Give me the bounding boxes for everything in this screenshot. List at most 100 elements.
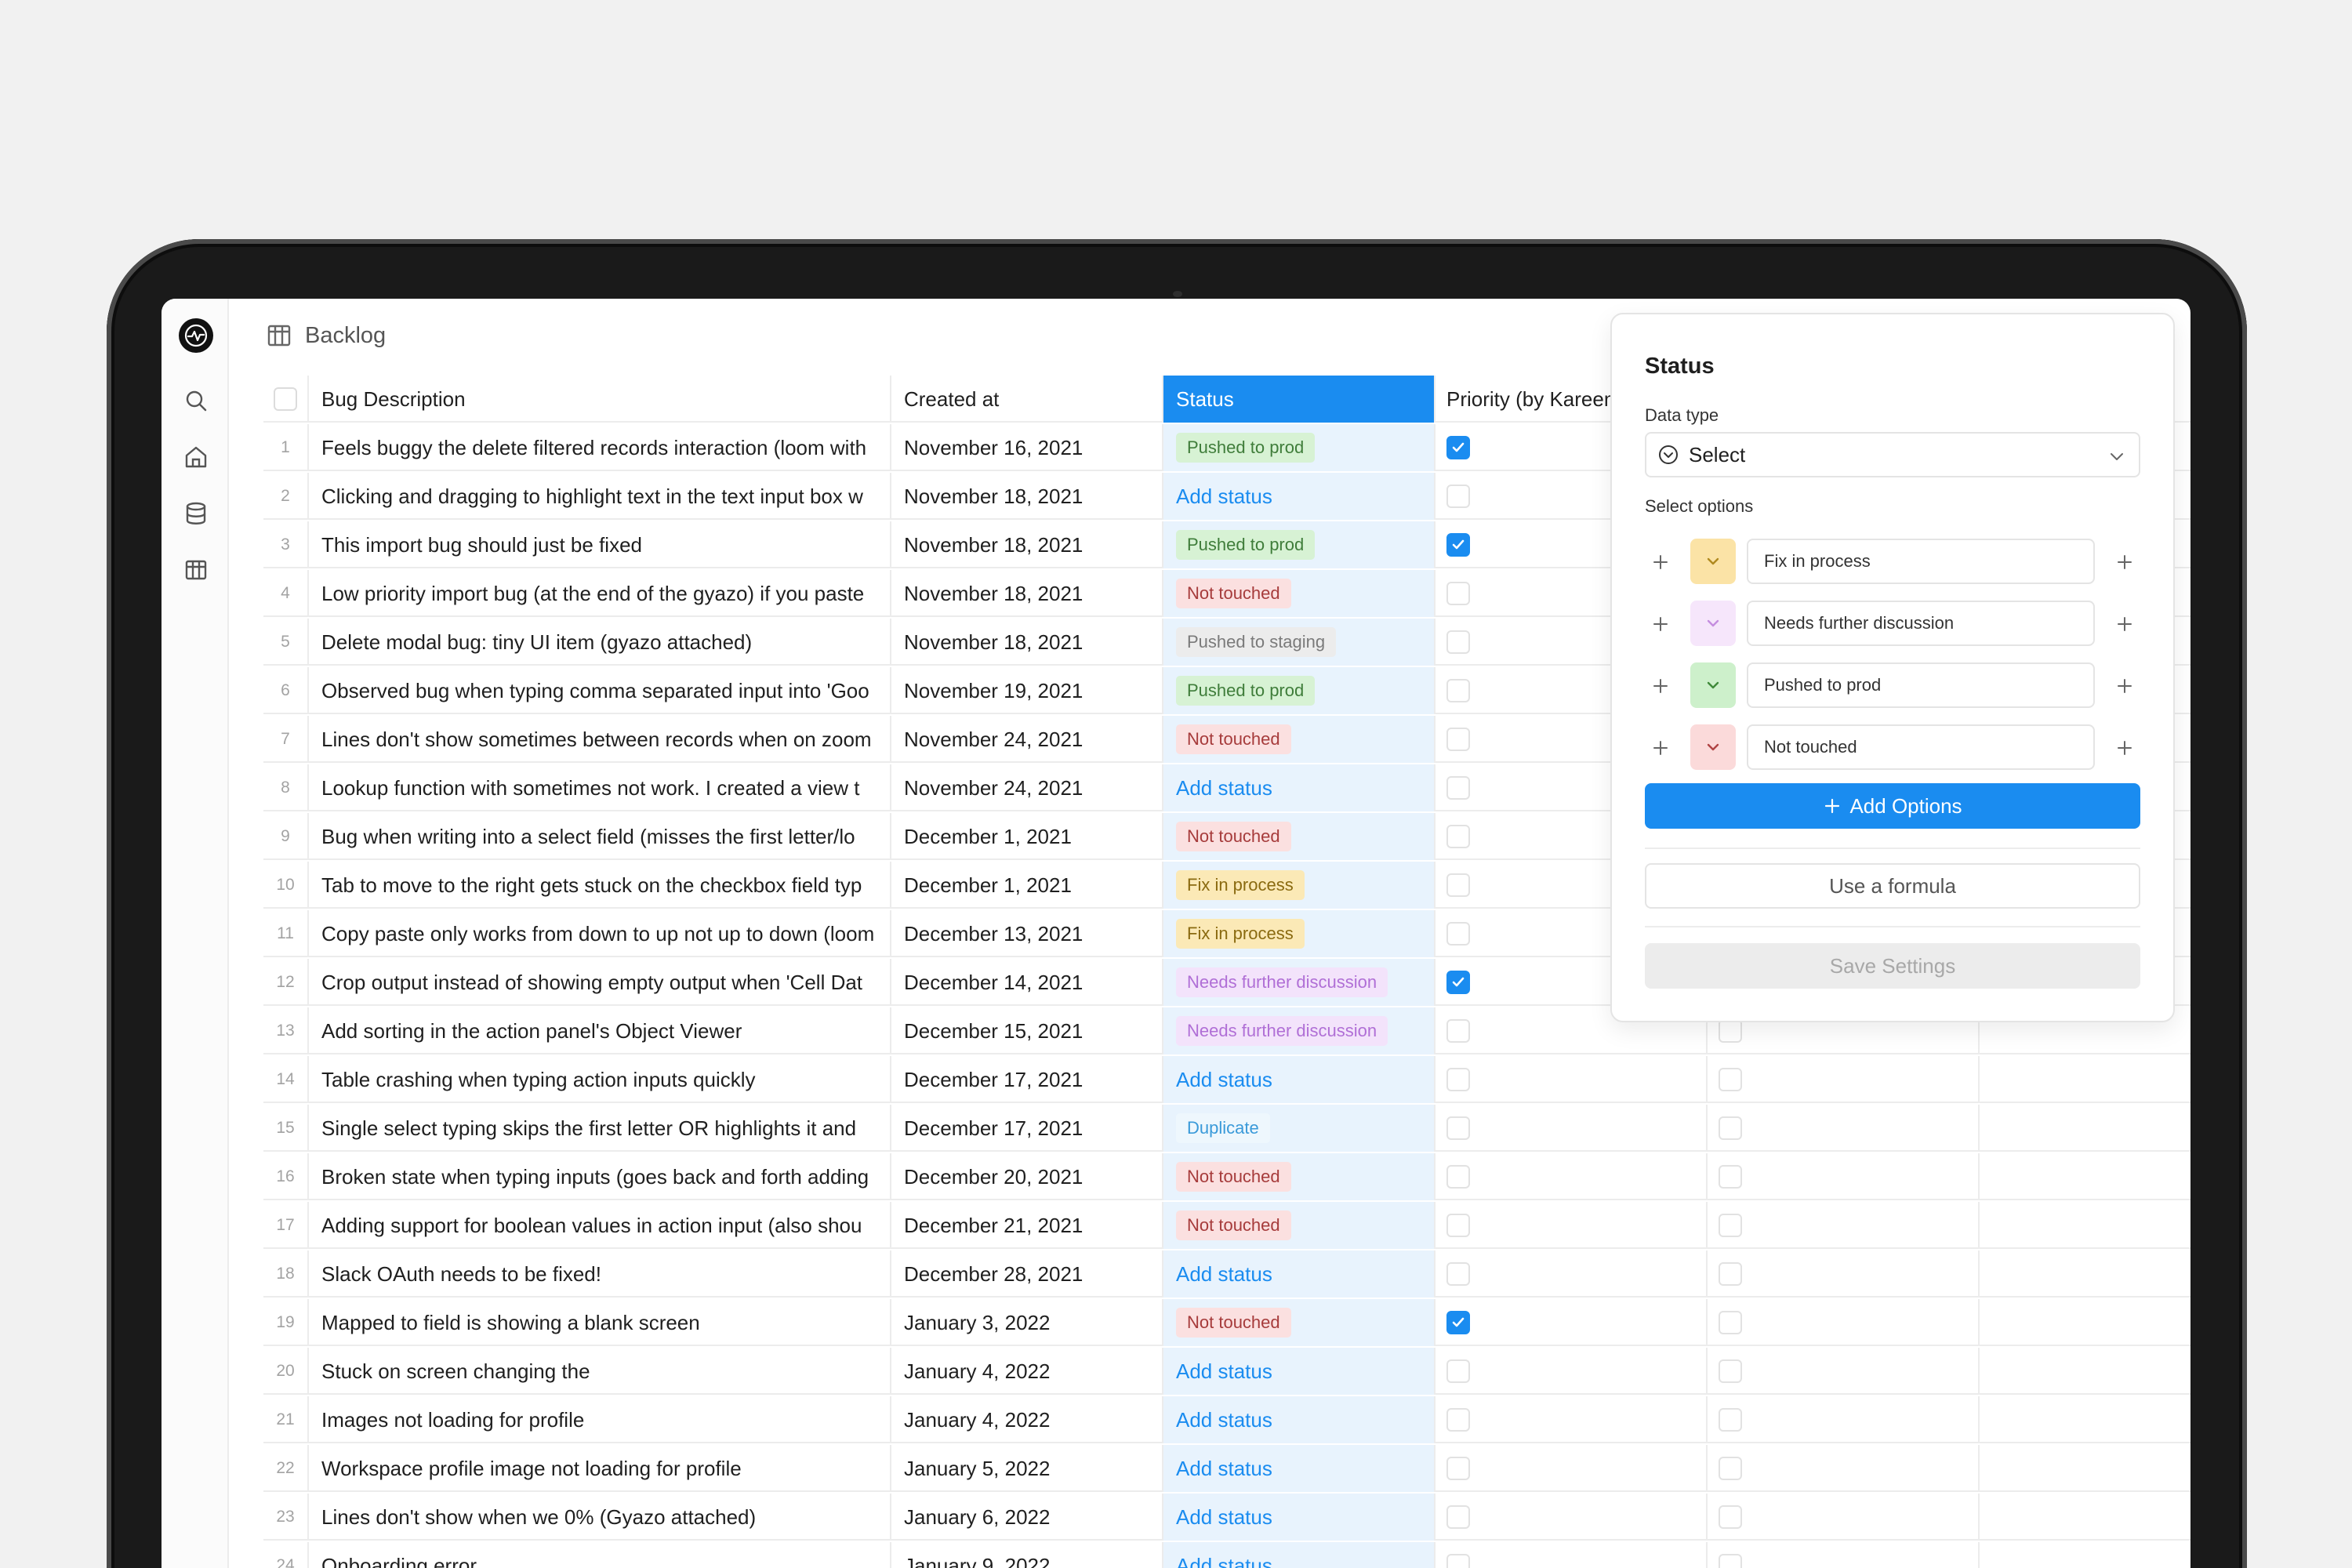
bug-description-cell[interactable]: Onboarding error (309, 1542, 891, 1568)
status-cell[interactable]: Needs further discussion (1163, 1007, 1436, 1054)
option-color-swatch[interactable] (1690, 662, 1736, 708)
status-cell[interactable]: Fix in process (1163, 910, 1436, 957)
bug-description-cell[interactable]: Observed bug when typing comma separated… (309, 667, 891, 714)
extra-checkbox[interactable] (1719, 1359, 1742, 1383)
bug-description-cell[interactable]: Single select typing skips the first let… (309, 1105, 891, 1152)
created-at-cell[interactable]: January 5, 2022 (891, 1445, 1163, 1492)
bug-description-cell[interactable]: Workspace profile image not loading for … (309, 1445, 891, 1492)
extra-checkbox[interactable] (1719, 1262, 1742, 1286)
bug-description-cell[interactable]: Crop output instead of showing empty out… (309, 959, 891, 1006)
option-color-swatch[interactable] (1690, 539, 1736, 584)
created-at-cell[interactable]: January 4, 2022 (891, 1348, 1163, 1395)
status-cell[interactable]: Add status (1163, 1348, 1436, 1395)
status-pill[interactable]: Pushed to staging (1176, 627, 1337, 657)
option-label-input[interactable]: Fix in process (1747, 539, 2095, 584)
status-cell[interactable]: Pushed to prod (1163, 521, 1436, 568)
bug-description-cell[interactable]: Clicking and dragging to highlight text … (309, 473, 891, 520)
add-status-link[interactable]: Add status (1176, 1262, 1272, 1287)
bug-description-cell[interactable]: Low priority import bug (at the end of t… (309, 570, 891, 617)
status-cell[interactable]: Pushed to staging (1163, 619, 1436, 666)
table-row[interactable]: 23 Lines don't show when we 0% (Gyazo att… (263, 1494, 2190, 1541)
bug-description-cell[interactable]: Slack OAuth needs to be fixed! (309, 1250, 891, 1298)
bug-description-cell[interactable]: Mapped to field is showing a blank scree… (309, 1299, 891, 1346)
table-row[interactable]: 24 Onboarding error January 9, 2022 Add sta… (263, 1542, 2190, 1568)
bug-description-cell[interactable]: Broken state when typing inputs (goes ba… (309, 1153, 891, 1200)
bug-description-cell[interactable]: Delete modal bug: tiny UI item (gyazo at… (309, 619, 891, 666)
option-color-swatch[interactable] (1690, 724, 1736, 770)
created-at-cell[interactable]: November 16, 2021 (891, 424, 1163, 471)
created-at-cell[interactable]: December 1, 2021 (891, 813, 1163, 860)
add-option-after-icon[interactable] (2112, 612, 2137, 637)
status-cell[interactable]: Fix in process (1163, 862, 1436, 909)
add-option-after-icon[interactable] (2112, 735, 2137, 760)
bug-description-cell[interactable]: This import bug should just be fixed (309, 521, 891, 568)
add-status-link[interactable]: Add status (1176, 1408, 1272, 1432)
add-status-link[interactable]: Add status (1176, 1554, 1272, 1568)
created-at-cell[interactable]: December 14, 2021 (891, 959, 1163, 1006)
created-at-cell[interactable]: November 18, 2021 (891, 473, 1163, 520)
table-row[interactable]: 20 Stuck on screen changing the January 4,… (263, 1348, 2190, 1395)
data-type-select[interactable]: Select (1645, 432, 2140, 477)
created-at-cell[interactable]: January 3, 2022 (891, 1299, 1163, 1346)
extra-checkbox[interactable] (1719, 1165, 1742, 1189)
bug-description-cell[interactable]: Lines don't show sometimes between recor… (309, 716, 891, 763)
status-cell[interactable]: Add status (1163, 1056, 1436, 1103)
bug-description-cell[interactable]: Lookup function with sometimes not work.… (309, 764, 891, 811)
status-cell[interactable]: Add status (1163, 1494, 1436, 1541)
status-pill[interactable]: Not touched (1176, 1162, 1291, 1192)
add-status-link[interactable]: Add status (1176, 776, 1272, 800)
status-cell[interactable]: Add status (1163, 1250, 1436, 1298)
priority-checkbox[interactable] (1446, 436, 1470, 459)
database-icon[interactable] (183, 500, 209, 527)
status-cell[interactable]: Pushed to prod (1163, 667, 1436, 714)
priority-checkbox[interactable] (1446, 1068, 1470, 1091)
priority-checkbox[interactable] (1446, 873, 1470, 897)
created-at-cell[interactable]: November 24, 2021 (891, 716, 1163, 763)
add-option-before-icon[interactable] (1648, 673, 1673, 699)
status-pill[interactable]: Fix in process (1176, 870, 1305, 900)
priority-checkbox[interactable] (1446, 1116, 1470, 1140)
extra-checkbox[interactable] (1719, 1505, 1742, 1529)
created-at-cell[interactable]: November 18, 2021 (891, 570, 1163, 617)
status-pill[interactable]: Not touched (1176, 724, 1291, 754)
bug-description-cell[interactable]: Bug when writing into a select field (mi… (309, 813, 891, 860)
table-row[interactable]: 14 Table crashing when typing action inpu… (263, 1056, 2190, 1103)
status-pill[interactable]: Duplicate (1176, 1113, 1270, 1143)
select-all-checkbox[interactable] (274, 387, 297, 411)
bug-description-cell[interactable]: Table crashing when typing action inputs… (309, 1056, 891, 1103)
status-cell[interactable]: Add status (1163, 473, 1436, 520)
created-at-cell[interactable]: December 13, 2021 (891, 910, 1163, 957)
priority-checkbox[interactable] (1446, 1457, 1470, 1480)
status-pill[interactable]: Needs further discussion (1176, 967, 1388, 997)
status-pill[interactable]: Pushed to prod (1176, 530, 1316, 560)
status-cell[interactable]: Pushed to prod (1163, 424, 1436, 471)
status-cell[interactable]: Needs further discussion (1163, 959, 1436, 1006)
priority-checkbox[interactable] (1446, 485, 1470, 508)
extra-checkbox[interactable] (1719, 1408, 1742, 1432)
status-pill[interactable]: Not touched (1176, 579, 1291, 608)
add-option-after-icon[interactable] (2112, 673, 2137, 699)
header-select-all[interactable] (263, 376, 309, 423)
priority-checkbox[interactable] (1446, 971, 1470, 994)
table-row[interactable]: 22 Workspace profile image not loading fo… (263, 1445, 2190, 1492)
created-at-cell[interactable]: January 6, 2022 (891, 1494, 1163, 1541)
priority-checkbox[interactable] (1446, 1165, 1470, 1189)
created-at-cell[interactable]: December 28, 2021 (891, 1250, 1163, 1298)
priority-checkbox[interactable] (1446, 776, 1470, 800)
extra-checkbox[interactable] (1719, 1068, 1742, 1091)
status-cell[interactable]: Not touched (1163, 570, 1436, 617)
add-status-link[interactable]: Add status (1176, 1457, 1272, 1481)
priority-checkbox[interactable] (1446, 630, 1470, 654)
table-row[interactable]: 15 Single select typing skips the first l… (263, 1105, 2190, 1152)
extra-checkbox[interactable] (1719, 1116, 1742, 1140)
priority-checkbox[interactable] (1446, 1408, 1470, 1432)
priority-checkbox[interactable] (1446, 679, 1470, 702)
priority-checkbox[interactable] (1446, 1359, 1470, 1383)
table-row[interactable]: 18 Slack OAuth needs to be fixed! December… (263, 1250, 2190, 1298)
status-cell[interactable]: Add status (1163, 764, 1436, 811)
status-pill[interactable]: Not touched (1176, 822, 1291, 851)
search-icon[interactable] (183, 387, 209, 414)
add-option-after-icon[interactable] (2112, 550, 2137, 575)
priority-checkbox[interactable] (1446, 825, 1470, 848)
table-row[interactable]: 19 Mapped to field is showing a blank scr… (263, 1299, 2190, 1346)
